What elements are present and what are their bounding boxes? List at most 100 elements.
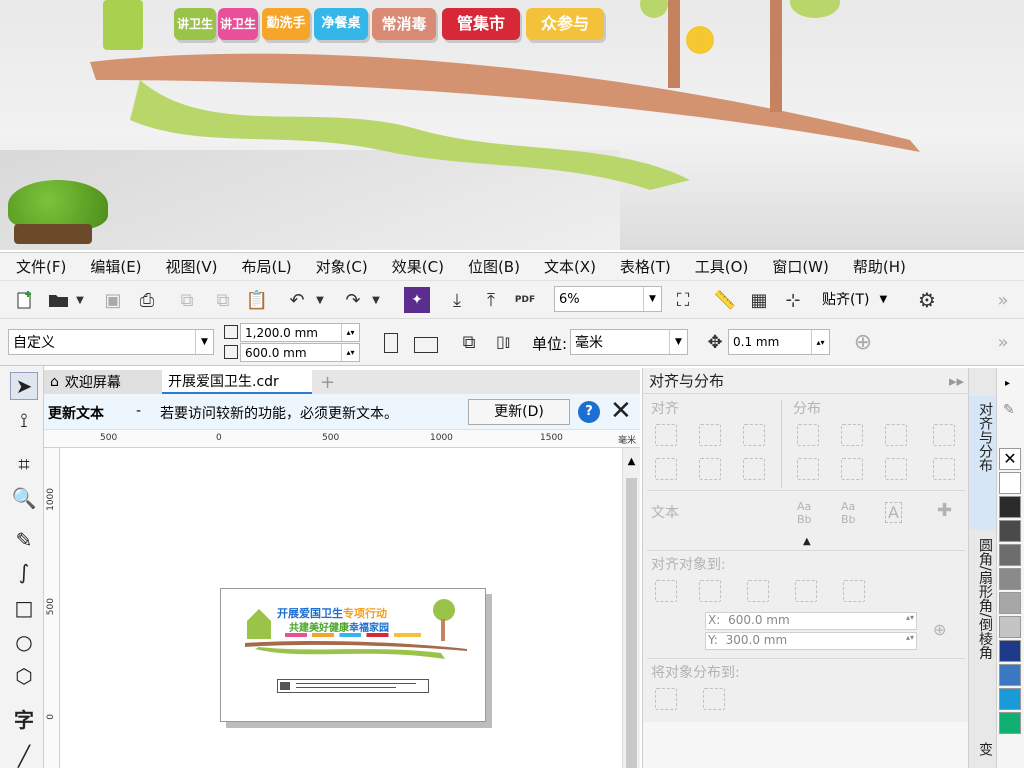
color-swatch[interactable] bbox=[999, 520, 1021, 542]
menu-effects[interactable]: 效果(C) bbox=[392, 256, 444, 277]
options-gear-icon[interactable]: ⚙ bbox=[914, 287, 940, 313]
menu-layout[interactable]: 布局(L) bbox=[242, 256, 292, 277]
distribute-left-icon[interactable] bbox=[797, 424, 819, 446]
color-swatch[interactable] bbox=[999, 544, 1021, 566]
pick-tool-icon[interactable]: ➤ bbox=[10, 372, 38, 400]
distribute-space-v-icon[interactable] bbox=[933, 458, 955, 480]
menu-file[interactable]: 文件(F) bbox=[16, 256, 66, 277]
open-dropdown-icon[interactable]: ▼ bbox=[72, 287, 88, 313]
distribute-center-v-icon[interactable] bbox=[841, 458, 863, 480]
import-icon[interactable]: ⤓ bbox=[444, 287, 470, 313]
redo-icon[interactable]: ↷ bbox=[340, 287, 366, 313]
align-specified-point-icon[interactable] bbox=[843, 580, 865, 602]
align-page-edge-icon[interactable] bbox=[699, 580, 721, 602]
shape-tool-icon[interactable]: ⟟ bbox=[10, 406, 38, 434]
menu-view[interactable]: 视图(V) bbox=[166, 256, 218, 277]
new-tab-icon[interactable]: + bbox=[314, 370, 341, 394]
redo-dropdown-icon[interactable]: ▼ bbox=[368, 287, 384, 313]
menu-edit[interactable]: 编辑(E) bbox=[90, 256, 141, 277]
grid-icon[interactable]: ▦ bbox=[746, 287, 772, 313]
menu-help[interactable]: 帮助(H) bbox=[853, 256, 906, 277]
vertical-ruler[interactable]: 1000 500 0 bbox=[44, 448, 60, 768]
color-swatch[interactable] bbox=[999, 664, 1021, 686]
distribute-page-icon[interactable] bbox=[703, 688, 725, 710]
align-bottom-icon[interactable] bbox=[743, 458, 765, 480]
all-pages-icon[interactable]: ⧉ bbox=[456, 329, 482, 355]
save-icon[interactable]: ▣ bbox=[100, 287, 126, 313]
tab-welcome[interactable]: ⌂ 欢迎屏幕 bbox=[44, 370, 162, 394]
menu-tools[interactable]: 工具(O) bbox=[695, 256, 749, 277]
page-width-input[interactable]: 1,200.0 mm ▴▾ bbox=[240, 323, 360, 342]
rectangle-tool-icon[interactable]: □ bbox=[10, 594, 38, 622]
line-tool-icon[interactable]: ╱ bbox=[10, 742, 38, 770]
align-page-center-icon[interactable] bbox=[747, 580, 769, 602]
distribute-top-icon[interactable] bbox=[797, 458, 819, 480]
distribute-space-h-icon[interactable] bbox=[933, 424, 955, 446]
side-tab-transform[interactable]: 变 bbox=[969, 724, 997, 768]
y-coordinate-field[interactable]: Y: 300.0 mm ▴▾ bbox=[705, 632, 917, 650]
polygon-tool-icon[interactable]: ⬡ bbox=[10, 662, 38, 690]
scroll-up-icon[interactable]: ▲ bbox=[623, 448, 640, 467]
no-color-swatch[interactable]: ✕ bbox=[999, 448, 1021, 470]
x-coordinate-field[interactable]: X: 600.0 mm ▴▾ bbox=[705, 612, 917, 630]
new-document-icon[interactable] bbox=[12, 287, 38, 313]
text-last-line-icon[interactable]: Aa Bb bbox=[841, 500, 856, 526]
paste-icon[interactable]: 📋 bbox=[244, 287, 270, 313]
add-point-icon[interactable]: ⊕ bbox=[933, 620, 946, 639]
portrait-icon[interactable] bbox=[384, 333, 398, 353]
text-outline-icon[interactable]: ✚ bbox=[937, 500, 952, 521]
align-center-h-icon[interactable] bbox=[699, 424, 721, 446]
eyedropper-icon[interactable]: ✎ bbox=[1003, 402, 1015, 418]
spinner-icon[interactable]: ▴▾ bbox=[811, 330, 829, 354]
menu-table[interactable]: 表格(T) bbox=[620, 256, 671, 277]
align-top-icon[interactable] bbox=[655, 458, 677, 480]
align-right-icon[interactable] bbox=[743, 424, 765, 446]
collapse-section-icon[interactable]: ▲ bbox=[803, 536, 811, 547]
align-left-icon[interactable] bbox=[655, 424, 677, 446]
distribute-bottom-icon[interactable] bbox=[885, 458, 907, 480]
search-content-icon[interactable]: ✦ bbox=[404, 287, 430, 313]
align-active-objects-icon[interactable] bbox=[655, 580, 677, 602]
tab-document[interactable]: 开展爱国卫生.cdr bbox=[162, 370, 312, 394]
menu-text[interactable]: 文本(X) bbox=[544, 256, 596, 277]
open-folder-icon[interactable] bbox=[46, 287, 72, 313]
cut-icon[interactable]: ⧉ bbox=[174, 287, 200, 313]
propbar-overflow-icon[interactable]: » bbox=[990, 329, 1016, 355]
pdf-icon[interactable]: PDF bbox=[512, 287, 538, 313]
undo-icon[interactable]: ↶ bbox=[284, 287, 310, 313]
guidelines-icon[interactable]: ⊹ bbox=[780, 287, 806, 313]
current-page-icon[interactable]: ▯⫾ bbox=[490, 329, 516, 355]
color-swatch[interactable] bbox=[999, 592, 1021, 614]
drawing-canvas[interactable]: 开展爱国卫生专项行动 共建美好健康幸福家园 bbox=[60, 448, 622, 768]
align-center-v-icon[interactable] bbox=[699, 458, 721, 480]
distribute-right-icon[interactable] bbox=[885, 424, 907, 446]
document-page[interactable]: 开展爱国卫生专项行动 共建美好健康幸福家园 bbox=[220, 588, 486, 722]
print-icon[interactable]: ⎙ bbox=[134, 287, 160, 313]
vertical-scrollbar[interactable]: ▲ bbox=[622, 448, 640, 768]
text-first-line-icon[interactable]: Aa Bb bbox=[797, 500, 812, 526]
menu-bitmaps[interactable]: 位图(B) bbox=[468, 256, 520, 277]
ellipse-tool-icon[interactable]: ○ bbox=[10, 628, 38, 656]
full-screen-icon[interactable]: ⛶ bbox=[670, 287, 696, 313]
page-height-input[interactable]: 600.0 mm ▴▾ bbox=[240, 343, 360, 362]
distribute-center-h-icon[interactable] bbox=[841, 424, 863, 446]
align-grid-icon[interactable] bbox=[795, 580, 817, 602]
color-swatch[interactable] bbox=[999, 568, 1021, 590]
help-icon[interactable]: ? bbox=[578, 401, 600, 423]
undo-dropdown-icon[interactable]: ▼ bbox=[312, 287, 328, 313]
spinner-icon[interactable]: ▴▾ bbox=[341, 344, 359, 361]
palette-scroll-up-icon[interactable]: ▸ bbox=[1005, 378, 1010, 389]
toolbar-overflow-icon[interactable]: » bbox=[990, 287, 1016, 313]
text-bounding-box-icon[interactable]: A bbox=[885, 502, 902, 523]
distribute-selection-icon[interactable] bbox=[655, 688, 677, 710]
export-icon[interactable]: ⤒ bbox=[478, 287, 504, 313]
docker-expand-icon[interactable]: ▸▸ bbox=[949, 372, 964, 390]
close-icon[interactable]: ✕ bbox=[610, 396, 632, 426]
nudge-distance-input[interactable]: 0.1 mm ▴▾ bbox=[728, 329, 830, 355]
text-tool-icon[interactable]: 字 bbox=[10, 704, 38, 732]
zoom-level-select[interactable]: 6% ▼ bbox=[554, 286, 662, 312]
scroll-thumb[interactable] bbox=[626, 478, 637, 768]
side-tab-corner[interactable]: 圆角/扇形角/倒棱角 bbox=[969, 532, 997, 702]
artistic-media-icon[interactable]: ∫ bbox=[10, 558, 38, 586]
side-tab-align[interactable]: 对齐与分布 bbox=[969, 396, 997, 530]
